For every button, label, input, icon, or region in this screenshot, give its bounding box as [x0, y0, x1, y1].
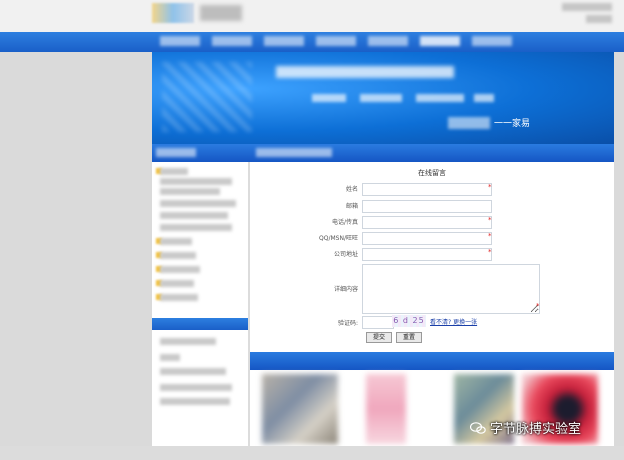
products-section-bar [250, 352, 614, 370]
banner-slogan: 一一家易 [494, 119, 531, 129]
wechat-icon [470, 421, 486, 434]
form-title: 在线留言 [418, 169, 446, 177]
page-bottom-gutter [0, 446, 624, 460]
required-mark: * [488, 232, 492, 240]
contact-line [160, 368, 226, 375]
category-link[interactable] [160, 224, 232, 231]
banner-tag-1 [312, 94, 346, 102]
required-mark: * [488, 183, 492, 191]
banner-tag-4 [474, 94, 494, 102]
submit-button[interactable]: 提交 [366, 332, 392, 343]
category-link[interactable] [160, 252, 196, 259]
strip-label-left [156, 148, 196, 157]
category-link[interactable] [160, 280, 194, 287]
top-phone [586, 15, 612, 23]
main-nav [160, 36, 512, 46]
contact-line [160, 354, 180, 361]
category-link[interactable] [160, 178, 232, 185]
site-logo[interactable] [152, 3, 194, 23]
contact-line [160, 398, 230, 405]
category-link[interactable] [160, 238, 192, 245]
page-gutter-right [614, 52, 624, 460]
top-header [0, 0, 624, 32]
strip-label-right [256, 148, 332, 157]
qq-label: QQ/MSN/旺旺 [319, 235, 358, 242]
nav-item-5[interactable] [368, 36, 408, 46]
category-heading [160, 168, 188, 175]
required-mark: * [488, 216, 492, 224]
qq-input[interactable] [362, 232, 492, 245]
left-category-panel [152, 162, 248, 446]
content-label: 详细内容 [333, 286, 358, 293]
banner-tag-3 [416, 94, 464, 102]
reset-button[interactable]: 重置 [396, 332, 422, 343]
hero-banner: 一一家易 [152, 52, 614, 144]
section-strip [152, 144, 614, 162]
watermark: 字节脉搏实验室 [470, 418, 581, 437]
contact-line [160, 338, 216, 345]
category-link[interactable] [160, 212, 228, 219]
site-name [200, 5, 242, 21]
address-label: 公司地址 [333, 251, 358, 258]
name-input[interactable] [362, 183, 492, 196]
required-mark: * [488, 248, 492, 256]
banner-decoration [162, 62, 252, 132]
phone-label: 电话/传真 [331, 219, 358, 226]
nav-item-1[interactable] [160, 36, 200, 46]
name-label: 姓名 [345, 186, 358, 193]
email-label: 邮箱 [345, 203, 358, 210]
nav-item-7[interactable] [472, 36, 512, 46]
nav-item-6-active[interactable] [420, 36, 460, 46]
content-textarea[interactable] [362, 264, 540, 314]
banner-brand [448, 117, 490, 129]
captcha-label: 验证码: [337, 320, 358, 327]
address-input[interactable] [362, 248, 492, 261]
nav-item-4[interactable] [316, 36, 356, 46]
nav-item-3[interactable] [264, 36, 304, 46]
product-thumbnail[interactable] [366, 374, 406, 444]
product-thumbnail[interactable] [262, 374, 338, 444]
category-link[interactable] [160, 294, 198, 301]
watermark-text: 字节脉搏实验室 [490, 422, 582, 437]
category-link[interactable] [160, 266, 200, 273]
required-mark: * [536, 302, 540, 310]
nav-item-2[interactable] [212, 36, 252, 46]
banner-tag-2 [360, 94, 402, 102]
category-link[interactable] [160, 200, 236, 207]
contact-line [160, 384, 232, 391]
category-link[interactable] [160, 188, 220, 195]
refresh-captcha-link[interactable]: 看不清? 更换一张 [430, 317, 477, 326]
page-gutter [0, 52, 152, 460]
phone-input[interactable] [362, 216, 492, 229]
captcha-input[interactable] [362, 316, 394, 329]
top-links[interactable] [562, 3, 612, 11]
captcha-image[interactable]: 6 d 25 [392, 315, 426, 327]
message-form-panel: 在线留言 姓名 * 邮箱 电话/传真 * QQ/MSN/旺旺 * 公司地址 * … [250, 162, 614, 352]
contact-section-bar [152, 318, 248, 330]
banner-title [276, 66, 454, 78]
email-input[interactable] [362, 200, 492, 213]
